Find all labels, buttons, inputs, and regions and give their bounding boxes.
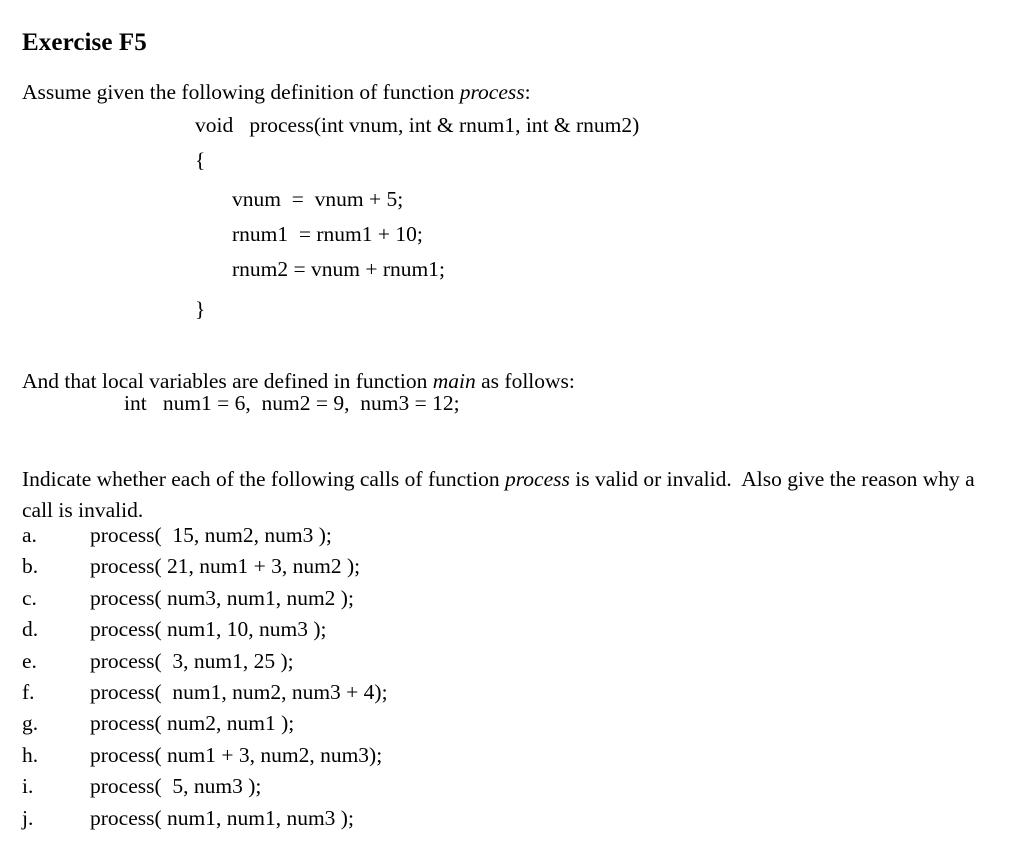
- intro-paragraph: Assume given the following definition of…: [22, 77, 982, 108]
- variable-declaration-code: int num1 = 6, num2 = 9, num3 = 12;: [124, 391, 460, 415]
- list-item-call: process( 5, num3 );: [90, 774, 262, 799]
- code-line-statement-1: vnum = vnum + 5;: [232, 187, 404, 211]
- list-item: i. process( 5, num3 );: [0, 771, 1024, 802]
- code-line-close-brace: }: [195, 297, 206, 321]
- list-item-call: process( 21, num1 + 3, num2 );: [90, 554, 361, 579]
- list-item-call: process( num1, 10, num3 );: [90, 617, 327, 642]
- instruction-function-name: process: [504, 466, 570, 491]
- code-line-signature: void process(int vnum, int & rnum1, int …: [195, 113, 640, 137]
- list-item-call: process( 3, num1, 25 );: [90, 648, 294, 673]
- list-item-label: b.: [22, 554, 39, 579]
- intro-function-name: process: [459, 79, 525, 104]
- exercise-page: Exercise F5 Assume given the following d…: [0, 0, 1024, 852]
- instruction-paragraph: Indicate whether each of the following c…: [22, 464, 1002, 526]
- list-item-call: process( 15, num2, num3 );: [90, 523, 332, 547]
- list-item-label: d.: [22, 617, 39, 642]
- list-item-call: process( num3, num1, num2 );: [90, 585, 354, 610]
- instruction-prefix-text: Indicate whether each of the following c…: [22, 466, 505, 491]
- intro-suffix-text: :: [524, 79, 531, 104]
- code-line-statement-2: rnum1 = rnum1 + 10;: [232, 222, 423, 246]
- list-item: g. process( num2, num1 );: [0, 708, 1024, 739]
- intro-prefix-text: Assume given the following definition of…: [22, 79, 460, 104]
- function-definition-code: void process(int vnum, int & rnum1, int …: [195, 108, 639, 327]
- code-line-open-brace: {: [195, 148, 206, 172]
- list-item: c. process( num3, num1, num2 );: [0, 583, 1024, 614]
- list-item-label: f.: [22, 679, 35, 704]
- code-line-statement-3: rnum2 = vnum + rnum1;: [232, 257, 445, 281]
- list-item-call: process( num1 + 3, num2, num3);: [90, 742, 383, 767]
- list-item: f. process( num1, num2, num3 + 4);: [0, 677, 1024, 708]
- list-item-label: g.: [22, 711, 39, 736]
- page-title: Exercise F5: [22, 28, 147, 56]
- list-item-label: e.: [22, 648, 37, 673]
- list-item: d. process( num1, 10, num3 );: [0, 614, 1024, 645]
- list-item-label: a.: [22, 523, 37, 547]
- list-item: e. process( 3, num1, 25 );: [0, 646, 1024, 677]
- list-item: j. process( num1, num1, num3 );: [0, 803, 1024, 834]
- list-item-call: process( num2, num1 );: [90, 711, 295, 736]
- list-item-label: c.: [22, 585, 37, 610]
- list-item: b. process( 21, num1 + 3, num2 );: [0, 551, 1024, 582]
- list-item-label: h.: [22, 742, 39, 767]
- locals-suffix-text: as follows:: [475, 368, 575, 393]
- list-item: a. process( 15, num2, num3 );: [0, 520, 1024, 551]
- list-item-label: j.: [22, 805, 34, 830]
- list-item-call: process( num1, num1, num3 );: [90, 805, 354, 830]
- list-item-label: i.: [22, 774, 34, 799]
- list-item: h. process( num1 + 3, num2, num3);: [0, 740, 1024, 771]
- function-call-list: a. process( 15, num2, num3 ); b. process…: [0, 520, 1024, 834]
- list-item-call: process( num1, num2, num3 + 4);: [90, 679, 388, 704]
